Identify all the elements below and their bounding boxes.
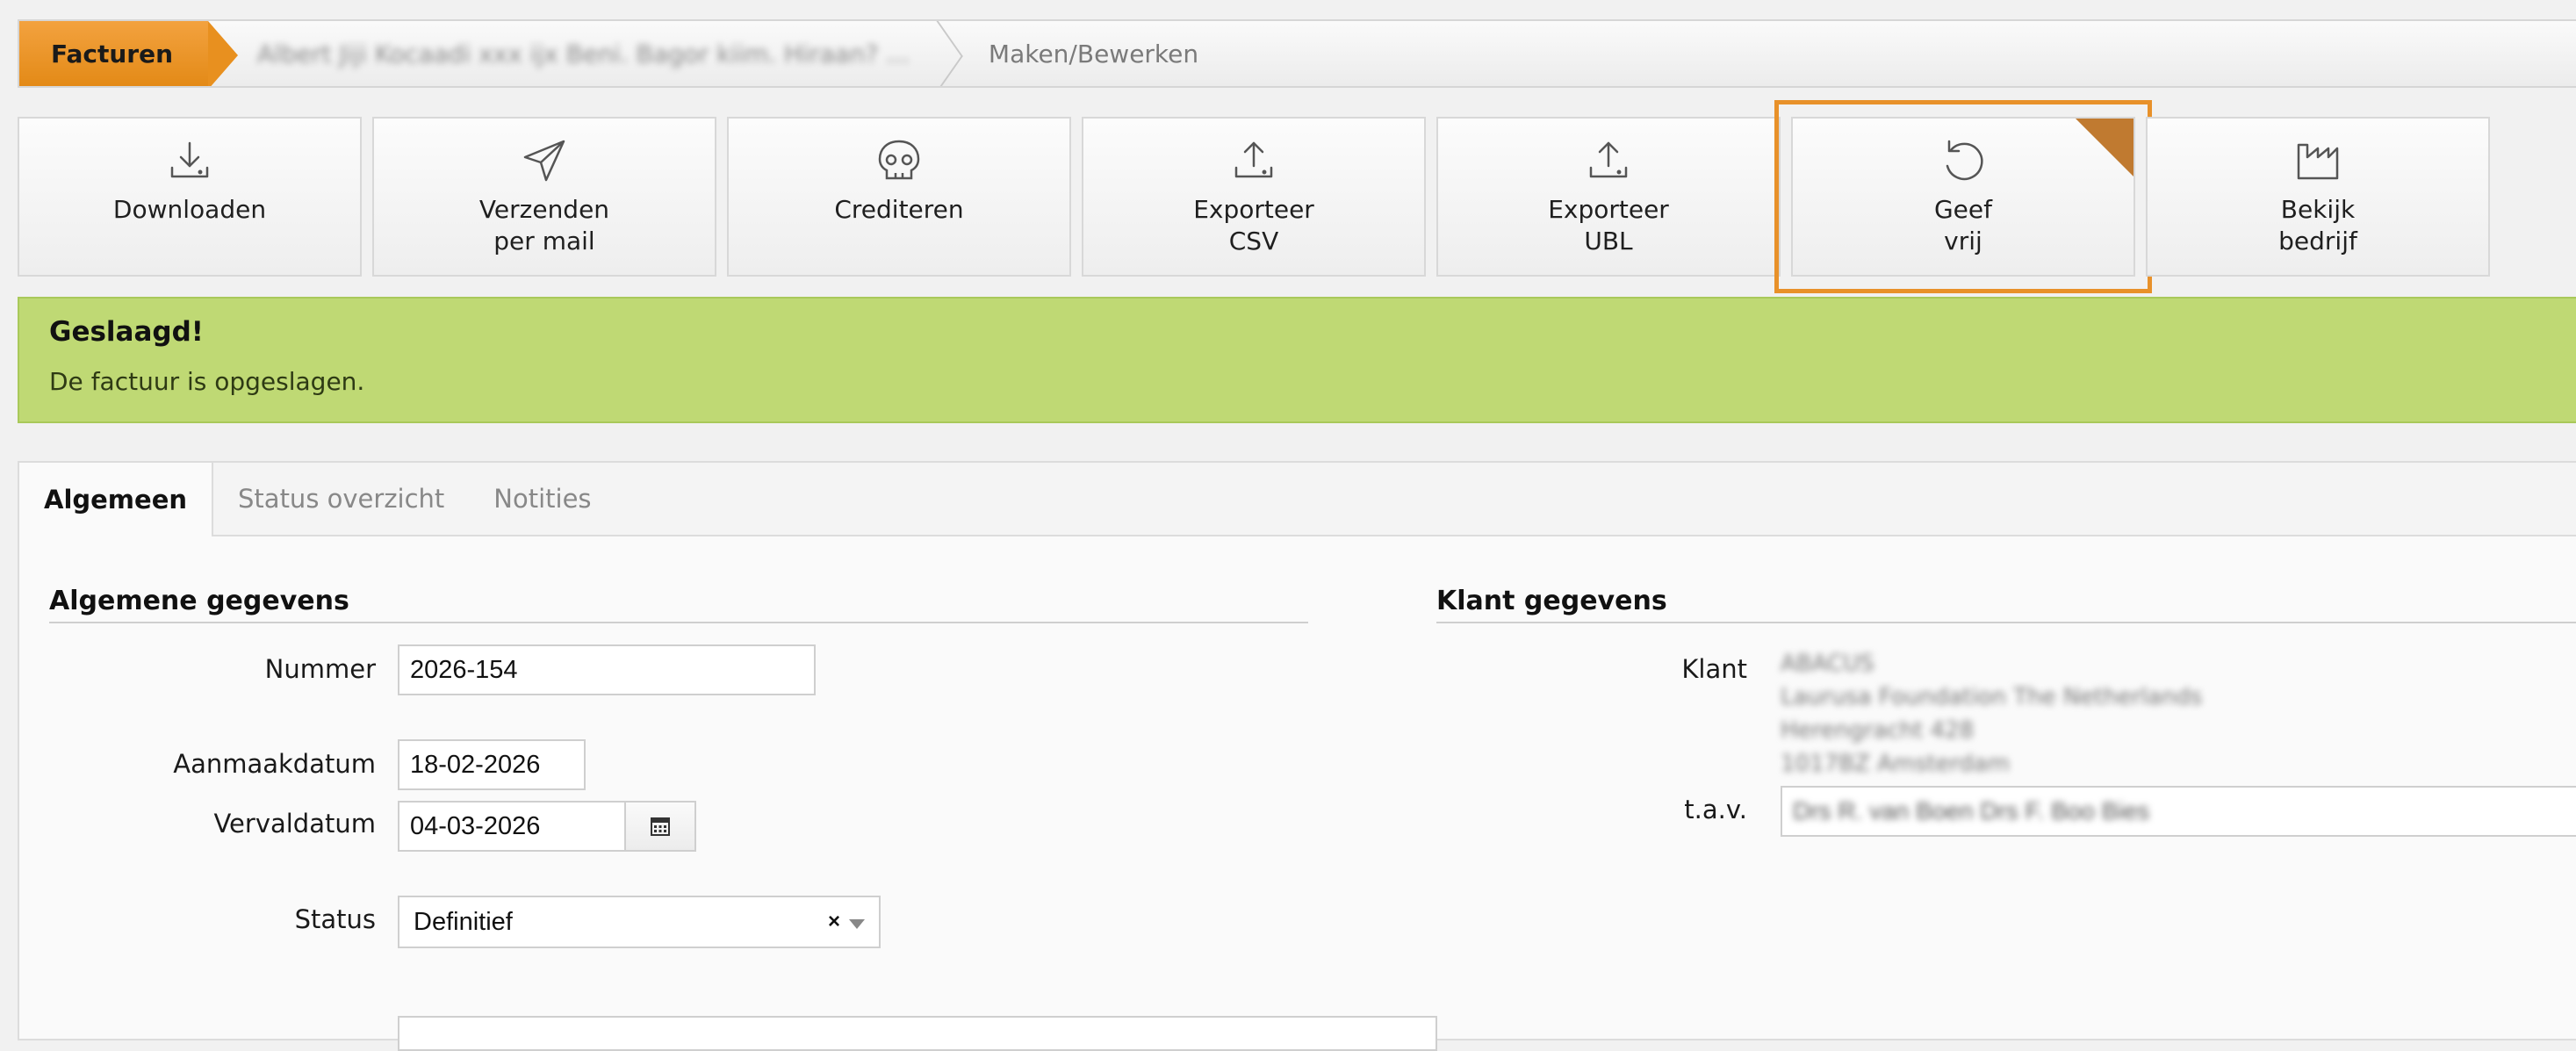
alert-message: De factuur is opgeslagen. [49,367,365,396]
credit-button[interactable]: Crediteren [727,117,1071,277]
export-csv-button[interactable]: Exporteer CSV [1082,117,1426,277]
breadcrumb-invoice[interactable]: Albert Jiji Kocaadi xxx ijx Beni. Bagor … [208,21,953,86]
attn-value: Drs R. van Boen Drs F. Boo Bies [1793,797,2150,824]
breadcrumb-current: Maken/Bewerken [988,39,1199,68]
invoice-panel: Algemeen Status overzicht Notities Algem… [18,461,2576,1051]
due-date-calendar-button[interactable] [624,801,696,852]
client-section-title: Klant gegevens [1436,586,2576,623]
chevron-down-icon[interactable] [849,919,865,929]
view-company-button[interactable]: Bekijk bedrijf [2146,117,2490,277]
release-button[interactable]: Geef vrij [1774,100,2152,293]
status-select[interactable]: Definitief × [398,896,881,948]
tab-algemeen[interactable]: Algemeen [19,463,214,536]
tab-bar: Algemeen Status overzicht Notities [19,463,2576,536]
created-date-field[interactable]: 18-02-2026 [398,739,586,790]
status-selected-value: Definitief [414,907,513,936]
breadcrumb-facturen[interactable]: Facturen [19,21,239,86]
alert-title: Geslaagd! [49,316,204,348]
due-date-label: Vervaldatum [213,809,376,839]
export-ubl-button[interactable]: Exporteer UBL [1436,117,1781,277]
release-label: Geef vrij [1933,195,1992,256]
attn-label: t.a.v. [1684,795,1747,824]
calendar-icon [651,817,670,836]
clear-icon[interactable]: × [828,910,840,934]
status-label: Status [294,904,376,934]
upload-icon [1589,141,1628,178]
credit-label: Crediteren [834,195,964,224]
general-section-title: Algemene gegevens [49,586,1308,623]
success-alert: Geslaagd! De factuur is opgeslagen. [18,297,2576,423]
upload-icon [1234,141,1273,178]
send-mail-button[interactable]: Verzenden per mail [372,117,716,277]
due-date-field[interactable]: 04-03-2026 [398,801,626,852]
number-label: Nummer [264,654,376,684]
export-csv-label: Exporteer CSV [1193,195,1314,256]
export-ubl-label: Exporteer UBL [1548,195,1669,256]
breadcrumb: Facturen Albert Jiji Kocaadi xxx ijx Ben… [18,19,2576,88]
client-address: ABACUS Laurusa Foundation The Netherland… [1781,651,2203,777]
number-field[interactable]: 2026-154 [398,644,816,695]
view-company-label: Bekijk bedrijf [2278,195,2357,256]
undo-icon [1946,140,1983,181]
client-label: Klant [1681,654,1747,684]
breadcrumb-invoice-label: Albert Jiji Kocaadi xxx ijx Beni. Bagor … [257,39,910,68]
corner-flag [2076,119,2133,176]
tab-status-overzicht[interactable]: Status overzicht [213,463,469,535]
attn-field[interactable]: Drs R. van Boen Drs F. Boo Bies [1781,786,2576,837]
download-button[interactable]: Downloaden [18,117,362,277]
download-label: Downloaden [112,195,267,224]
factory-icon [2297,143,2339,180]
paper-plane-icon [523,140,565,182]
download-icon [170,141,209,178]
send-mail-label: Verzenden per mail [479,195,610,256]
action-toolbar: Downloaden Verzenden per mail Crediteren… [18,100,2490,293]
tab-notities[interactable]: Notities [469,463,615,535]
next-field[interactable] [398,1016,1437,1051]
skull-icon [878,140,920,180]
created-date-label: Aanmaakdatum [173,749,376,779]
